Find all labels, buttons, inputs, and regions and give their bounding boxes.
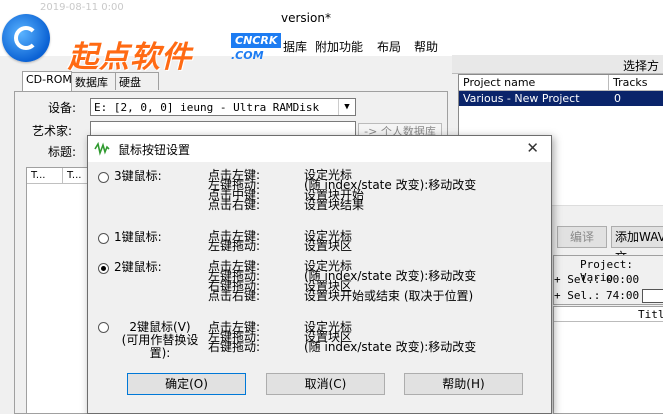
menu-addons[interactable]: 附加功能 — [315, 38, 363, 55]
option-2-button-mouse-alt[interactable]: 2键鼠标(V) (可用作替换设 置): — [98, 321, 206, 360]
waveform-icon — [94, 142, 110, 156]
option-1-button-mouse[interactable]: 1键鼠标: — [98, 231, 162, 244]
option-2alt-descs: 设定光标 设置块区 (随 index/state 改变):移动改变 — [304, 321, 477, 354]
project-row-tracks: 0 — [614, 92, 621, 105]
sel-value-1: 00:00 — [606, 273, 640, 286]
add-wav-button[interactable]: 添加WAV文 — [611, 226, 663, 264]
dialog-title: 鼠标按钮设置 — [118, 143, 191, 157]
logo-icon — [2, 14, 50, 62]
option-label: 2键鼠标: — [114, 260, 162, 274]
table-divider — [554, 321, 663, 322]
action-desc: 设置块结果 — [304, 198, 365, 212]
chevron-down-icon[interactable]: ▼ — [338, 99, 355, 115]
logo-badge-top: CNCRK — [231, 33, 282, 48]
track-col-1[interactable]: T... — [27, 168, 63, 184]
action-desc: 设置块区 — [304, 239, 353, 253]
sel-label-1: + Sel.: — [554, 273, 601, 286]
radio-1-button[interactable] — [98, 233, 109, 244]
logo-text: 起点软件 — [68, 40, 192, 75]
option-label: 2键鼠标(V) (可用作替换设 置): — [121, 320, 199, 360]
option-3-button-mouse[interactable]: 3键鼠标: — [98, 170, 162, 183]
dialog-titlebar: 鼠标按钮设置 ✕ — [88, 136, 551, 162]
tab-harddisk[interactable]: 硬盘 — [115, 72, 159, 90]
help-button[interactable]: 帮助(H) — [404, 373, 523, 395]
menu-layout[interactable]: 布局 — [377, 38, 401, 55]
tab-database[interactable]: 数据库 — [71, 72, 116, 90]
track-table[interactable]: Titl — [553, 306, 663, 414]
radio-2-button-alt[interactable] — [98, 322, 109, 333]
option-3-descs: 设定光标 (随 index/state 改变):移动改变 设置块开始 设置块结果 — [304, 169, 476, 212]
menu-help[interactable]: 帮助 — [414, 38, 438, 55]
close-icon[interactable]: ✕ — [526, 139, 539, 157]
option-2-descs: 设定光标 (随 index/state 改变):移动改变 设置块区 设置块开始或… — [304, 260, 476, 303]
device-select-value: E: [2, 0, 0] ieung - Ultra RAMDisk — [94, 101, 320, 114]
option-3-keys: 点击左键: 左键拖动: 点击中键: 点击右键: — [208, 169, 261, 212]
selection-info: Project: Vario + Sel.: 00:00 + Sel.: 74:… — [553, 255, 663, 305]
action-key: 右键拖动: — [208, 340, 261, 354]
sel-box — [642, 289, 663, 303]
action-key: 点击右键: — [208, 289, 261, 303]
action-desc: (随 index/state 改变):移动改变 — [304, 340, 477, 354]
action-key: 点击右键: — [208, 198, 261, 212]
radio-3-button[interactable] — [98, 172, 109, 183]
title-label: 标题: — [48, 145, 77, 159]
artist-label: 艺术家: — [32, 124, 73, 138]
compile-button[interactable]: 编译 — [557, 226, 607, 248]
device-label: 设备: — [48, 101, 77, 115]
menu-database[interactable]: 据库 — [283, 38, 307, 55]
sel-label-2: + Sel.: — [554, 289, 601, 302]
option-2-keys: 点击左键: 左键拖动: 右键拖动: 点击右键: — [208, 260, 261, 303]
col-tracks[interactable]: Tracks — [609, 75, 663, 91]
cancel-button[interactable]: 取消(C) — [266, 373, 385, 395]
device-select[interactable]: E: [2, 0, 0] ieung - Ultra RAMDisk ▼ — [90, 98, 356, 116]
ghost-date-text: 2019-08-11 0:00 — [40, 2, 124, 13]
option-label: 1键鼠标: — [114, 230, 162, 244]
action-desc: 设置块开始或结束 (取决于位置) — [304, 289, 474, 303]
option-1-descs: 设定光标 设置块区 — [304, 230, 353, 253]
col-project-name[interactable]: Project name — [459, 75, 609, 91]
option-1-keys: 点击左键: 左键拖动: — [208, 230, 261, 253]
option-2-button-mouse[interactable]: 2键鼠标: — [98, 261, 162, 274]
project-panel-header: 选择方 — [452, 55, 663, 74]
option-2alt-keys: 点击左键: 左键拖动: 右键拖动: — [208, 321, 261, 354]
mouse-button-settings-dialog: 鼠标按钮设置 ✕ 3键鼠标: 点击左键: 左键拖动: 点击中键: 点击右键: 设… — [87, 135, 552, 414]
option-label: 3键鼠标: — [114, 169, 162, 183]
col-title[interactable]: Titl — [638, 308, 663, 321]
project-panel-title: 选择方 — [622, 59, 659, 73]
sel-value-2: 74:00 — [606, 289, 640, 302]
ok-button[interactable]: 确定(O) — [127, 373, 246, 395]
window-title: version* — [281, 11, 331, 25]
tab-cdrom[interactable]: CD-ROM — [22, 71, 72, 91]
logo-badge-bottom: .COM — [231, 49, 264, 62]
radio-2-button[interactable] — [98, 263, 109, 274]
action-key: 左键拖动: — [208, 239, 261, 253]
list-item[interactable]: Various - New Project 0 — [459, 91, 663, 106]
project-row-name: Various - New Project — [463, 92, 580, 105]
